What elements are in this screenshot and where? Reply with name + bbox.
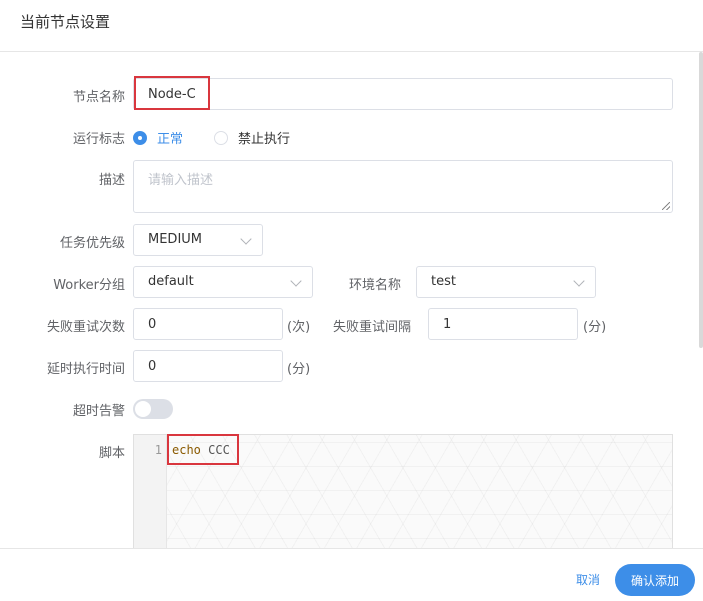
- code-keyword: echo: [172, 443, 201, 457]
- dialog-footer: 取消 确认添加: [0, 548, 703, 601]
- node-name-label: 节点名称: [72, 90, 125, 105]
- worker-group-value: default: [148, 274, 194, 289]
- delay-time-unit: (分): [287, 362, 311, 377]
- retry-interval-unit: (分): [583, 320, 607, 335]
- script-editor[interactable]: 1 echo CCC: [133, 434, 673, 548]
- environment-select[interactable]: test: [416, 266, 596, 298]
- retry-times-input[interactable]: [133, 308, 283, 340]
- worker-group-select[interactable]: default: [133, 266, 313, 298]
- dialog-header: 当前节点设置: [0, 0, 703, 52]
- run-flag-radio-disabled[interactable]: 禁止执行: [214, 128, 290, 147]
- retry-interval-label: 失败重试间隔: [333, 320, 412, 335]
- resize-handle-icon[interactable]: [662, 202, 670, 210]
- run-flag-radio-normal[interactable]: 正常: [133, 128, 183, 147]
- confirm-add-button[interactable]: 确认添加: [615, 564, 695, 596]
- dialog-title: 当前节点设置: [20, 13, 111, 31]
- code-argument: CCC: [208, 443, 230, 457]
- retry-times-unit: (次): [287, 320, 311, 335]
- script-label: 脚本: [98, 446, 125, 461]
- timeout-alarm-label: 超时告警: [72, 404, 125, 419]
- code-line[interactable]: echo CCC: [172, 443, 230, 457]
- run-flag-label: 运行标志: [72, 132, 125, 147]
- editor-gutter: 1: [134, 435, 167, 548]
- delay-time-input[interactable]: [133, 350, 283, 382]
- priority-label: 任务优先级: [59, 236, 125, 251]
- switch-knob: [135, 401, 151, 417]
- environment-label: 环境名称: [349, 278, 402, 293]
- delay-time-label: 延时执行时间: [46, 362, 125, 377]
- radio-checked-icon: [133, 130, 147, 145]
- dialog-body: 节点名称 运行标志 正常 禁止执行 描述 请输入描述 任务优先级 MEDIUM …: [0, 52, 703, 548]
- radio-label-disabled: 禁止执行: [238, 132, 291, 147]
- description-label: 描述: [98, 173, 125, 188]
- node-name-input[interactable]: [133, 78, 673, 110]
- radio-label-normal: 正常: [157, 132, 184, 147]
- priority-value: MEDIUM: [148, 232, 203, 247]
- timeout-alarm-switch[interactable]: [133, 399, 173, 419]
- chevron-down-icon: [290, 275, 302, 287]
- priority-select[interactable]: MEDIUM: [133, 224, 263, 256]
- scrollbar[interactable]: [699, 52, 703, 348]
- chevron-down-icon: [573, 275, 585, 287]
- environment-value: test: [431, 274, 456, 289]
- chevron-down-icon: [240, 233, 252, 245]
- cancel-button[interactable]: 取消: [576, 571, 600, 588]
- description-textarea[interactable]: 请输入描述: [133, 160, 673, 213]
- description-placeholder: 请输入描述: [148, 173, 214, 188]
- line-number: 1: [154, 443, 162, 457]
- worker-group-label: Worker分组: [53, 278, 125, 293]
- retry-interval-input[interactable]: [428, 308, 578, 340]
- radio-unchecked-icon: [214, 130, 228, 145]
- retry-times-label: 失败重试次数: [46, 320, 125, 335]
